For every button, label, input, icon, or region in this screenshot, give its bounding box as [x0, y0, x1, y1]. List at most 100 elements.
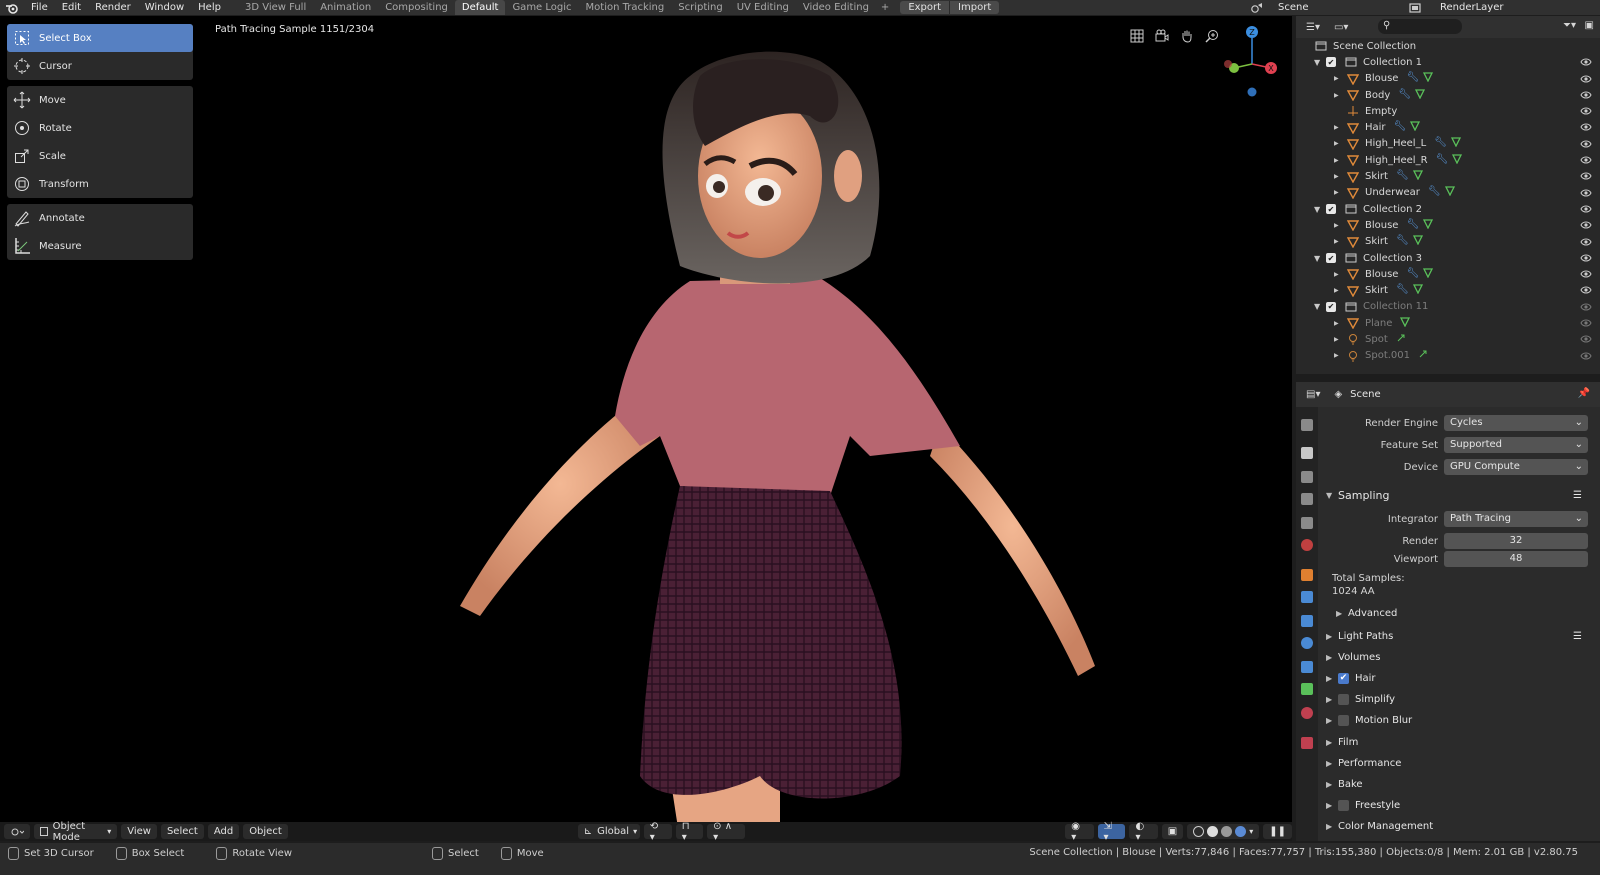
- feature-set-dropdown[interactable]: Supported ⌄: [1444, 437, 1588, 453]
- menu-window[interactable]: Window: [138, 0, 191, 15]
- expand-right-icon[interactable]: ▶: [1334, 189, 1346, 196]
- outliner-object-row[interactable]: ▶ High_Heel_L 🔧︎: [1296, 136, 1600, 152]
- mesh-data-icon[interactable]: [1410, 121, 1421, 134]
- export-button[interactable]: Export: [900, 1, 949, 14]
- modifier-wrench-icon[interactable]: 🔧︎: [1396, 170, 1409, 183]
- render-engine-dropdown[interactable]: Cycles ⌄: [1444, 415, 1588, 431]
- add-workspace-button[interactable]: +: [876, 0, 894, 15]
- outliner-object-row[interactable]: ▶ Blouse 🔧︎: [1296, 266, 1600, 282]
- add-menu[interactable]: Add: [207, 824, 240, 839]
- modifier-wrench-icon[interactable]: 🔧︎: [1398, 89, 1411, 102]
- modifier-wrench-icon[interactable]: 🔧︎: [1396, 235, 1409, 248]
- outliner-object-row[interactable]: ▶ Hair 🔧︎: [1296, 119, 1600, 135]
- editor-type-icon[interactable]: ▤▾: [1306, 389, 1320, 400]
- tab-game-logic[interactable]: Game Logic: [505, 0, 578, 15]
- modifier-wrench-icon[interactable]: 🔧︎: [1396, 284, 1409, 297]
- advanced-subpanel[interactable]: ▶ Advanced: [1336, 604, 1598, 622]
- menu-render[interactable]: Render: [88, 0, 138, 15]
- expand-right-icon[interactable]: ▶: [1334, 320, 1346, 327]
- tool-scale[interactable]: Scale: [7, 142, 193, 170]
- blender-logo-icon[interactable]: [0, 0, 24, 15]
- render-tab-icon[interactable]: [1301, 447, 1313, 459]
- outliner-object-row[interactable]: ▶ Blouse 🔧︎: [1296, 217, 1600, 233]
- modifier-wrench-icon[interactable]: 🔧︎: [1406, 268, 1419, 281]
- scene-selector[interactable]: Scene: [1251, 0, 1408, 15]
- select-menu[interactable]: Select: [160, 824, 204, 839]
- scene-collection-row[interactable]: Scene Collection: [1296, 38, 1600, 54]
- eye-visibility-icon[interactable]: [1580, 351, 1592, 364]
- exclude-checkbox[interactable]: ✔: [1326, 204, 1336, 215]
- tool-tab-icon[interactable]: [1301, 419, 1313, 431]
- modifier-wrench-icon[interactable]: 🔧︎: [1394, 121, 1407, 134]
- expand-right-icon[interactable]: ▶: [1334, 336, 1346, 343]
- viewport-samples-field[interactable]: 48: [1444, 551, 1588, 567]
- tab-uv-editing[interactable]: UV Editing: [730, 0, 796, 15]
- outliner-collection-row[interactable]: ▼ ✔ Collection 1: [1296, 54, 1600, 70]
- eye-visibility-icon[interactable]: [1580, 122, 1592, 135]
- eye-visibility-icon[interactable]: [1580, 334, 1592, 347]
- import-button[interactable]: Import: [950, 1, 999, 14]
- tab-video-editing[interactable]: Video Editing: [796, 0, 876, 15]
- expand-down-icon[interactable]: ▼: [1314, 254, 1326, 263]
- exclude-checkbox[interactable]: ✔: [1326, 301, 1336, 312]
- outliner-object-row[interactable]: ▶ Blouse 🔧︎: [1296, 71, 1600, 87]
- texture-tab-icon[interactable]: [1301, 737, 1313, 749]
- expand-right-icon[interactable]: ▶: [1334, 124, 1346, 131]
- expand-right-icon[interactable]: ▶: [1334, 75, 1346, 82]
- mesh-data-icon[interactable]: [1412, 235, 1423, 248]
- pin-icon[interactable]: 📌: [1578, 388, 1590, 399]
- render-layer-selector[interactable]: RenderLayer: [1409, 0, 1600, 15]
- light-data-icon[interactable]: [1418, 349, 1428, 362]
- eye-visibility-icon[interactable]: [1580, 285, 1592, 298]
- tab-default[interactable]: Default: [454, 0, 506, 15]
- output-tab-icon[interactable]: [1301, 471, 1313, 483]
- outliner-object-row[interactable]: ▶ Body 🔧︎: [1296, 87, 1600, 103]
- orientation-selector[interactable]: ⊾ Global ▾: [577, 824, 640, 839]
- eye-visibility-icon[interactable]: [1580, 237, 1592, 250]
- exclude-checkbox[interactable]: ✔: [1326, 253, 1336, 263]
- tool-move[interactable]: Move: [7, 86, 193, 114]
- mesh-data-icon[interactable]: [1423, 72, 1434, 85]
- expand-right-icon[interactable]: ▶: [1334, 157, 1346, 164]
- mesh-data-icon[interactable]: [1412, 170, 1423, 183]
- world-tab-icon[interactable]: [1301, 539, 1313, 551]
- eye-visibility-icon[interactable]: [1580, 302, 1592, 315]
- scene-tab-icon[interactable]: [1301, 517, 1313, 529]
- outliner-object-row[interactable]: ▶ Skirt 🔧︎: [1296, 168, 1600, 184]
- particles-tab-icon[interactable]: [1301, 615, 1313, 627]
- panel-enable-checkbox[interactable]: [1338, 694, 1349, 706]
- panel-bake[interactable]: ▶ Bake: [1326, 775, 1588, 793]
- panel-enable-checkbox[interactable]: ✔: [1338, 672, 1349, 684]
- wireframe-shading-icon[interactable]: [1193, 826, 1205, 837]
- 3d-viewport[interactable]: Path Tracing Sample 1151/2304 Select Box…: [0, 16, 1292, 841]
- outliner-object-row[interactable]: ▶ Skirt 🔧︎: [1296, 282, 1600, 298]
- eye-visibility-icon[interactable]: [1580, 220, 1592, 233]
- mode-selector[interactable]: Object Mode ▾: [34, 821, 118, 841]
- editor-type-icon[interactable]: ☰▾: [1306, 22, 1320, 33]
- presets-list-icon[interactable]: ☰: [1573, 490, 1582, 501]
- expand-right-icon[interactable]: ▶: [1334, 92, 1346, 99]
- outliner-object-row[interactable]: ▶ Underwear 🔧︎: [1296, 185, 1600, 201]
- physics-tab-icon[interactable]: [1301, 637, 1313, 649]
- modifier-wrench-icon[interactable]: 🔧︎: [1428, 186, 1441, 199]
- material-tab-icon[interactable]: [1301, 707, 1313, 719]
- tab-compositing[interactable]: Compositing: [378, 0, 455, 15]
- data-tab-icon[interactable]: [1301, 683, 1313, 695]
- eye-visibility-icon[interactable]: [1580, 57, 1592, 70]
- eye-visibility-icon[interactable]: [1580, 139, 1592, 152]
- panel-motion-blur[interactable]: ▶ Motion Blur: [1326, 712, 1588, 730]
- pause-render-button[interactable]: ❚❚: [1263, 824, 1292, 839]
- solid-shading-icon[interactable]: [1207, 826, 1219, 837]
- expand-right-icon[interactable]: ▶: [1334, 271, 1346, 278]
- new-collection-icon[interactable]: ▣: [1585, 20, 1594, 31]
- expand-right-icon[interactable]: ▶: [1334, 173, 1346, 180]
- mesh-data-icon[interactable]: [1414, 88, 1426, 102]
- eye-visibility-icon[interactable]: [1580, 204, 1592, 217]
- eye-visibility-icon[interactable]: [1580, 74, 1592, 87]
- render-samples-field[interactable]: 32: [1444, 533, 1588, 549]
- tool-rotate[interactable]: Rotate: [7, 114, 193, 142]
- panel-color-management[interactable]: ▶ Color Management: [1326, 818, 1588, 836]
- overlays-toggle[interactable]: ◐ ▾: [1129, 821, 1158, 841]
- tab-animation[interactable]: Animation: [313, 0, 378, 15]
- tab-scripting[interactable]: Scripting: [671, 0, 729, 15]
